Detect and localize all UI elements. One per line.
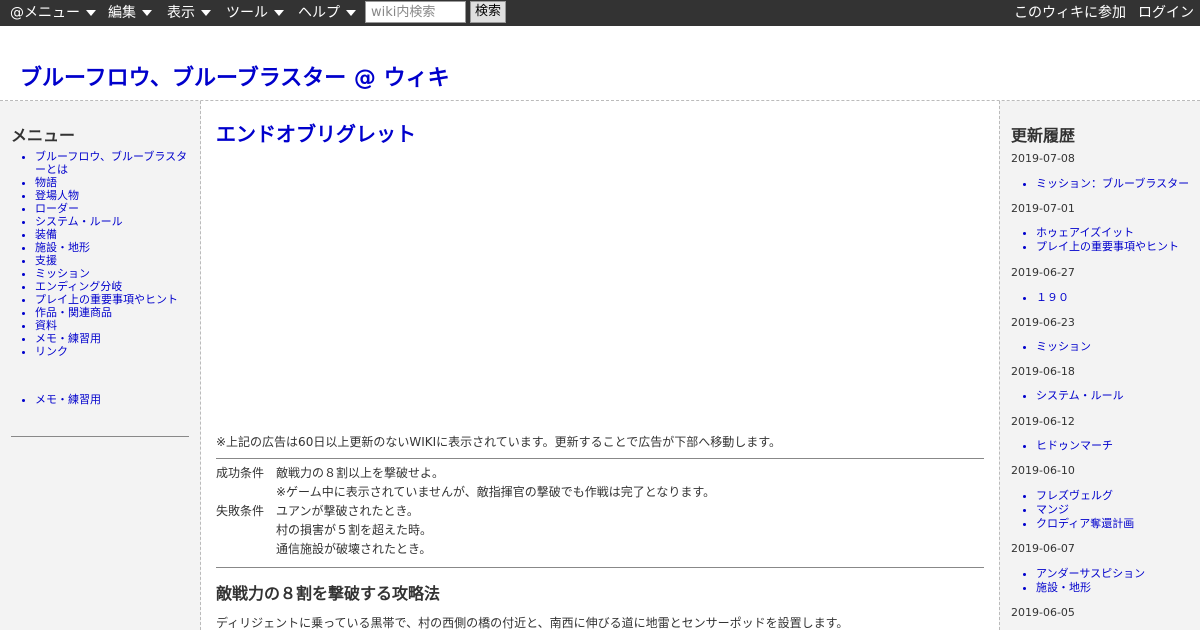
menu-help[interactable]: ヘルプ — [298, 0, 356, 26]
sidebar-item-support[interactable]: 支援 — [35, 254, 195, 267]
strategy-paragraph: ディリジェントに乗っている黒帯で、村の西側の橋の付近と、南西に伸びる道に地雷とセ… — [216, 616, 849, 630]
update-date: 2019-06-07 — [1011, 542, 1075, 555]
update-item[interactable]: ミッション — [1036, 340, 1196, 354]
ad-notice: ※上記の広告は60日以上更新のないWIKIに表示されています。更新することで広告… — [216, 435, 782, 449]
join-wiki-link[interactable]: このウィキに参加 — [1014, 0, 1126, 26]
sidebar-item-system-rules[interactable]: システム・ルール — [35, 215, 195, 228]
chevron-down-icon — [274, 10, 284, 16]
menu-label: 編集 — [108, 5, 136, 21]
update-item[interactable]: クロディア奪還計画 — [1036, 517, 1196, 531]
content-divider — [216, 458, 984, 459]
menu-view[interactable]: 表示 — [167, 0, 211, 26]
recent-updates-heading: 更新履歴 — [1011, 126, 1076, 145]
update-list: ミッション：ブルーブラスター — [1036, 177, 1196, 191]
menu-edit[interactable]: 編集 — [108, 0, 152, 26]
sidebar-item-memo-extra[interactable]: メモ・練習用 — [35, 393, 195, 406]
update-date: 2019-07-01 — [1011, 202, 1075, 215]
login-link[interactable]: ログイン — [1138, 0, 1194, 26]
chevron-down-icon — [86, 10, 96, 16]
update-list: ミッション — [1036, 340, 1196, 354]
failure-label: 失敗条件 — [216, 504, 265, 518]
page-title[interactable]: エンドオブリグレット — [216, 118, 416, 147]
update-item[interactable]: システム・ルール — [1036, 389, 1196, 403]
content-divider — [216, 567, 984, 568]
failure-line: ユアンが撃破されたとき。 — [276, 504, 419, 518]
update-item[interactable]: ミッション：ブルーブラスター — [1036, 177, 1196, 191]
section-heading: 敵戦力の８割を撃破する攻略法 — [216, 584, 441, 603]
sidebar-item-missions[interactable]: ミッション — [35, 267, 195, 280]
chevron-down-icon — [142, 10, 152, 16]
sidebar-divider — [11, 436, 189, 437]
menu-tools[interactable]: ツール — [226, 0, 284, 26]
left-sidebar: メニュー ブルーフロウ、ブルーブラスターとは 物語 登場人物 ローダー システム… — [0, 101, 201, 630]
sidebar-item-about[interactable]: ブルーフロウ、ブルーブラスターとは — [35, 150, 195, 176]
update-date: 2019-06-05 — [1011, 606, 1075, 619]
sidebar-item-endings[interactable]: エンディング分岐 — [35, 280, 195, 293]
update-item[interactable]: プレイ上の重要事項やヒント — [1036, 240, 1196, 254]
sidebar-item-products[interactable]: 作品・関連商品 — [35, 306, 195, 319]
update-item[interactable]: アンダーサスピション — [1036, 567, 1196, 581]
sidebar-item-characters[interactable]: 登場人物 — [35, 189, 195, 202]
update-item[interactable]: 施設・地形 — [1036, 581, 1196, 595]
sidebar-item-equipment[interactable]: 装備 — [35, 228, 195, 241]
menu-label: ツール — [226, 5, 268, 21]
chevron-down-icon — [201, 10, 211, 16]
update-item[interactable]: マンジ — [1036, 503, 1196, 517]
main-content: エンドオブリグレット ※上記の広告は60日以上更新のないWIKIに表示されていま… — [201, 101, 999, 630]
sidebar-menu-heading: メニュー — [11, 126, 76, 145]
update-date: 2019-06-23 — [1011, 316, 1075, 329]
update-list: アンダーサスピション 施設・地形 — [1036, 567, 1196, 595]
update-item[interactable]: ホゥェアイズイット — [1036, 226, 1196, 240]
top-navigation-bar: @メニュー 編集 表示 ツール ヘルプ 検索 このウィキに参加 ログイン — [0, 0, 1200, 26]
success-note: ※ゲーム中に表示されていませんが、敵指揮官の撃破でも作戦は完了となります。 — [276, 485, 716, 499]
search-button[interactable]: 検索 — [470, 1, 506, 23]
update-date: 2019-06-10 — [1011, 464, 1075, 477]
update-item[interactable]: フレズヴェルグ — [1036, 489, 1196, 503]
update-list: ホゥェアイズイット プレイ上の重要事項やヒント — [1036, 226, 1196, 254]
sidebar-item-tips[interactable]: プレイ上の重要事項やヒント — [35, 293, 195, 306]
sidebar-item-story[interactable]: 物語 — [35, 176, 195, 189]
menu-label: ヘルプ — [298, 5, 340, 21]
sidebar-item-materials[interactable]: 資料 — [35, 319, 195, 332]
sidebar-item-loader[interactable]: ローダー — [35, 202, 195, 215]
update-list: １９０ — [1036, 291, 1196, 305]
update-list: システム・ルール — [1036, 389, 1196, 403]
success-line: 敵戦力の８割以上を撃破せよ。 — [276, 466, 445, 480]
sidebar-item-facilities[interactable]: 施設・地形 — [35, 241, 195, 254]
update-date: 2019-06-18 — [1011, 365, 1075, 378]
update-date: 2019-07-08 — [1011, 152, 1075, 165]
failure-line: 村の損害が５割を超えた時。 — [276, 523, 433, 537]
failure-line: 通信施設が破壊されたとき。 — [276, 542, 432, 556]
menu-label: @メニュー — [10, 5, 80, 21]
update-list: フレズヴェルグ マンジ クロディア奪還計画 — [1036, 489, 1196, 531]
search-input[interactable] — [365, 1, 466, 23]
update-date: 2019-06-27 — [1011, 266, 1075, 279]
success-label: 成功条件 — [216, 466, 265, 480]
update-date: 2019-06-12 — [1011, 415, 1075, 428]
sidebar-item-memo[interactable]: メモ・練習用 — [35, 332, 195, 345]
chevron-down-icon — [346, 10, 356, 16]
sidebar-item-links[interactable]: リンク — [35, 345, 195, 358]
site-title[interactable]: ブルーフロウ、ブルーブラスター @ ウィキ — [20, 60, 450, 92]
right-sidebar: 更新履歴 2019-07-08 ミッション：ブルーブラスター 2019-07-0… — [999, 101, 1200, 630]
mission-conditions: 成功条件 敵戦力の８割以上を撃破せよ。 ※ゲーム中に表示されていませんが、敵指揮… — [216, 464, 984, 559]
update-list: ヒドゥンマーチ — [1036, 439, 1196, 453]
update-item[interactable]: ヒドゥンマーチ — [1036, 439, 1196, 453]
menu-label: 表示 — [167, 5, 195, 21]
update-item[interactable]: １９０ — [1036, 291, 1196, 305]
menu-at-menu[interactable]: @メニュー — [10, 0, 96, 26]
sidebar-extra-list: メモ・練習用 — [35, 393, 195, 406]
sidebar-menu-list: ブルーフロウ、ブルーブラスターとは 物語 登場人物 ローダー システム・ルール … — [35, 150, 195, 358]
